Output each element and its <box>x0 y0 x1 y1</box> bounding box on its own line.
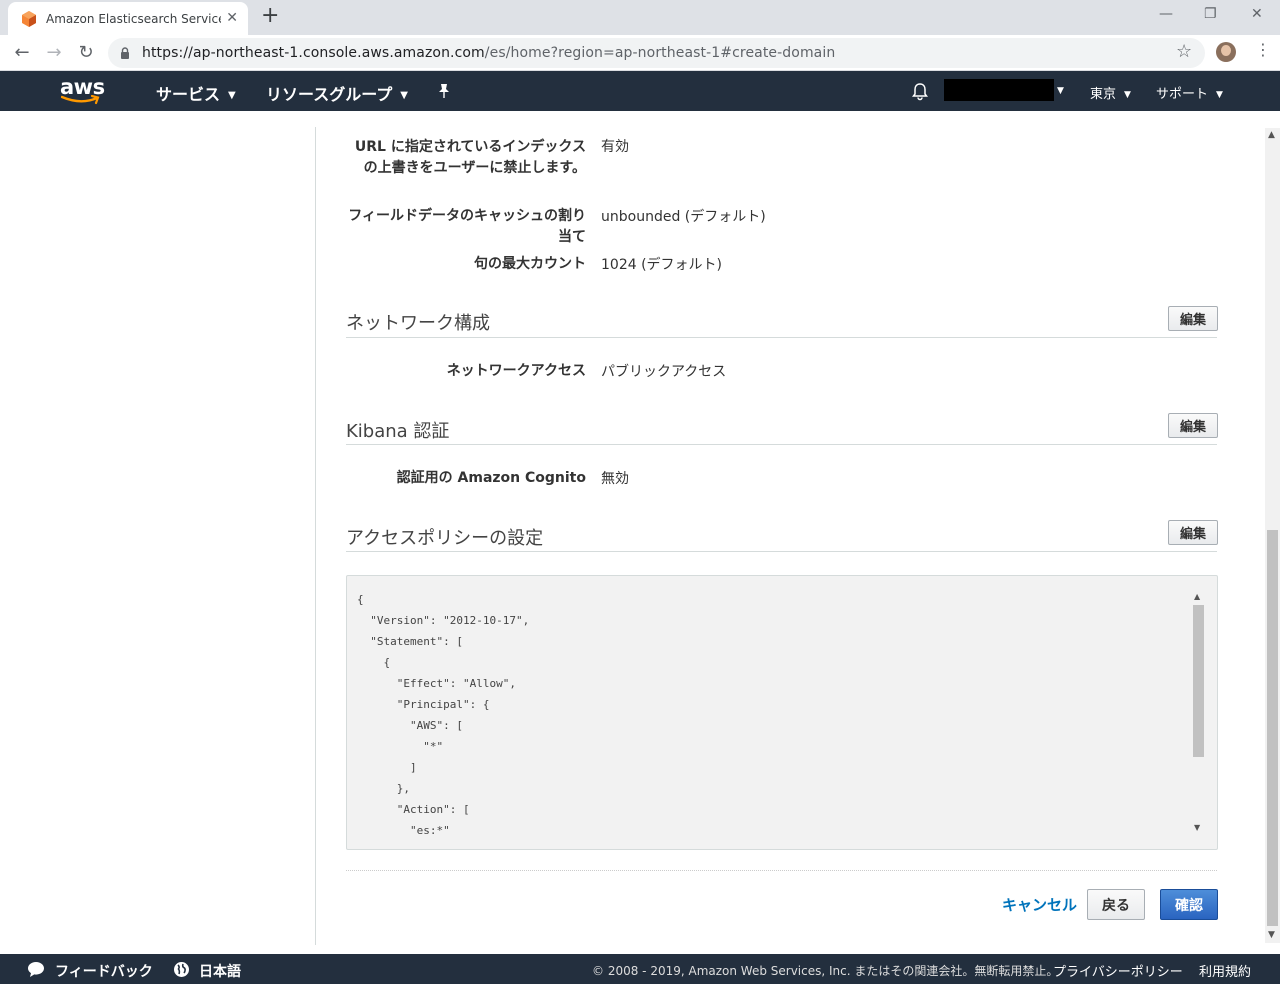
resource-groups-menu[interactable]: リソースグループ ▼ <box>266 81 408 105</box>
browser-tab[interactable]: Amazon Elasticsearch Service Ma ✕ <box>8 2 248 35</box>
section-divider <box>346 337 1217 338</box>
field-label: 句の最大カウント <box>474 256 586 272</box>
scroll-up-arrow-icon[interactable]: ▲ <box>1194 592 1200 601</box>
left-divider <box>315 127 316 945</box>
chevron-down-icon: ▼ <box>1216 90 1223 100</box>
support-menu[interactable]: サポート ▼ <box>1156 83 1223 102</box>
close-tab-icon[interactable]: ✕ <box>226 10 238 26</box>
chevron-down-icon: ▼ <box>228 90 236 101</box>
elasticsearch-service-icon <box>22 10 36 27</box>
back-button[interactable]: 戻る <box>1087 889 1145 920</box>
code-line: "Action": [ <box>357 803 470 816</box>
browser-toolbar: ← → ↻ https://ap-northeast-1.console.aws… <box>0 35 1280 71</box>
region-menu[interactable]: 東京 ▼ <box>1090 83 1131 102</box>
chevron-down-icon: ▼ <box>1124 90 1131 100</box>
field-value: 有効 <box>601 139 629 155</box>
cancel-link[interactable]: キャンセル <box>1002 894 1077 915</box>
code-line: "AWS": [ <box>357 719 463 732</box>
code-line: "*" <box>357 740 444 753</box>
forward-arrow-icon[interactable]: → <box>43 42 65 63</box>
code-line: "Effect": "Allow", <box>357 677 516 690</box>
actions-divider <box>346 870 1217 871</box>
section-divider <box>346 444 1217 445</box>
confirm-button[interactable]: 確認 <box>1160 889 1218 920</box>
restore-icon[interactable]: ❐ <box>1204 6 1217 22</box>
field-value: パブリックアクセス <box>601 364 727 380</box>
scroll-up-arrow-icon[interactable]: ▲ <box>1268 130 1275 140</box>
back-arrow-icon[interactable]: ← <box>11 42 33 63</box>
edit-kibana-button[interactable]: 編集 <box>1168 413 1218 438</box>
scroll-down-arrow-icon[interactable]: ▼ <box>1268 930 1275 940</box>
bookmark-star-icon[interactable]: ☆ <box>1176 41 1192 62</box>
language-selector[interactable]: 日本語 <box>199 961 241 981</box>
scrollbar-thumb[interactable] <box>1193 605 1204 757</box>
privacy-policy-link[interactable]: プライバシーポリシー <box>1053 961 1183 980</box>
edit-access-policy-button[interactable]: 編集 <box>1168 520 1218 545</box>
feedback-link[interactable]: フィードバック <box>55 961 153 981</box>
scroll-down-arrow-icon[interactable]: ▼ <box>1194 823 1200 832</box>
field-label: 認証用の Amazon Cognito <box>396 470 586 486</box>
notification-bell-icon[interactable] <box>911 82 929 101</box>
aws-logo[interactable]: aws <box>60 75 105 107</box>
terms-link[interactable]: 利用規約 <box>1199 961 1251 980</box>
pin-icon[interactable] <box>437 83 451 99</box>
feedback-speech-bubble-icon <box>28 962 44 977</box>
code-line: ] <box>357 761 417 774</box>
new-tab-icon[interactable]: + <box>261 4 279 28</box>
access-policy-json[interactable]: { "Version": "2012-10-17", "Statement": … <box>346 575 1218 850</box>
aws-console-header: aws サービス ▼ リソースグループ ▼ ▼ 東京 ▼ サポート ▼ <box>0 71 1280 111</box>
code-line: "Version": "2012-10-17", <box>357 614 530 627</box>
field-value: 無効 <box>601 471 629 487</box>
chevron-down-icon: ▼ <box>400 90 408 101</box>
tab-title: Amazon Elasticsearch Service Ma <box>46 11 221 26</box>
services-menu[interactable]: サービス ▼ <box>156 81 236 105</box>
code-line: "es:*" <box>357 824 450 837</box>
field-label: ネットワークアクセス <box>446 363 586 379</box>
code-line: { <box>357 656 391 669</box>
browser-menu-icon[interactable]: ⋮ <box>1255 41 1271 59</box>
reload-icon[interactable]: ↻ <box>75 42 97 63</box>
section-divider <box>346 551 1217 552</box>
code-line: }, <box>357 782 410 795</box>
scrollbar-thumb[interactable] <box>1267 530 1278 926</box>
code-line: "Principal": { <box>357 698 490 711</box>
field-label: URL に指定されているインデックスの上書きをユーザーに禁止します。 <box>354 139 586 176</box>
review-page-content: URL に指定されているインデックスの上書きをユーザーに禁止します。 有効 フィ… <box>0 111 1265 954</box>
lock-icon <box>121 47 129 59</box>
field-value: 1024 (デフォルト) <box>601 257 723 273</box>
browser-tab-strip: Amazon Elasticsearch Service Ma ✕ + — ❐ … <box>0 0 1280 35</box>
window-close-icon[interactable]: ✕ <box>1251 6 1263 22</box>
code-line: { <box>357 593 364 606</box>
account-name-redacted[interactable] <box>944 79 1054 101</box>
section-title-network: ネットワーク構成 <box>346 313 490 334</box>
field-value: unbounded (デフォルト) <box>601 209 766 225</box>
aws-smile-icon <box>61 95 100 105</box>
profile-avatar[interactable] <box>1216 42 1236 62</box>
minimize-icon[interactable]: — <box>1159 6 1173 22</box>
code-line: "Statement": [ <box>357 635 463 648</box>
edit-network-button[interactable]: 編集 <box>1168 306 1218 331</box>
page-scrollbar[interactable]: ▲ ▼ <box>1265 128 1280 943</box>
copyright-text: © 2008 - 2019, Amazon Web Services, Inc.… <box>592 964 1059 978</box>
section-title-access-policy: アクセスポリシーの設定 <box>346 528 544 549</box>
policy-scrollbar[interactable]: ▲ ▼ <box>1191 592 1206 834</box>
field-label: フィールドデータのキャッシュの割り当て <box>348 208 586 245</box>
address-bar[interactable]: https://ap-northeast-1.console.aws.amazo… <box>108 38 1205 68</box>
globe-icon <box>174 962 189 977</box>
chevron-down-icon[interactable]: ▼ <box>1057 83 1064 98</box>
console-footer: フィードバック 日本語 © 2008 - 2019, Amazon Web Se… <box>0 954 1280 984</box>
url-text: https://ap-northeast-1.console.aws.amazo… <box>142 45 836 61</box>
section-title-kibana: Kibana 認証 <box>346 421 450 442</box>
